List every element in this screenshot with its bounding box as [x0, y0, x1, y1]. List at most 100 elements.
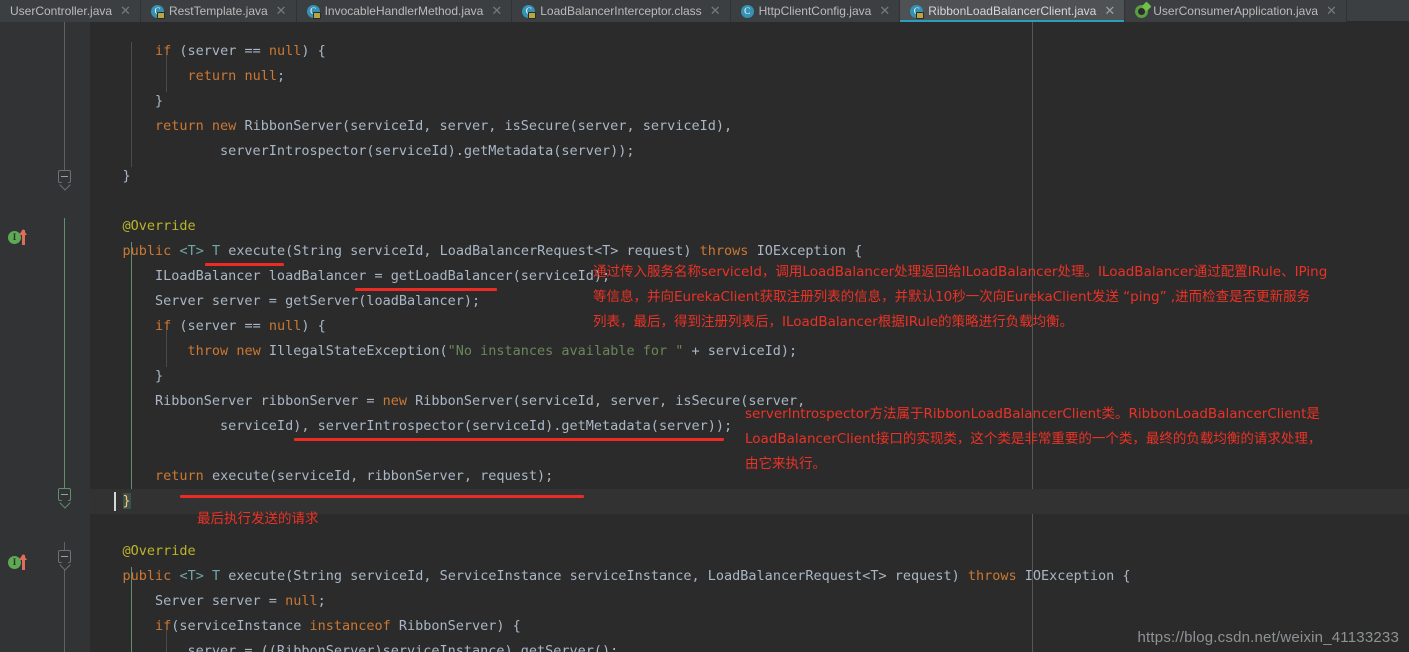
editor-tab-ribbonloadbalancerclient-java[interactable]: C RibbonLoadBalancerClient.java ✕: [900, 0, 1126, 22]
code-token: execute(: [220, 568, 294, 584]
code-line[interactable]: }: [90, 164, 131, 189]
code-token: return: [155, 468, 204, 484]
code-token: execute(: [220, 243, 294, 259]
code-token: }: [122, 493, 131, 509]
navigate-up-arrow-icon: [19, 554, 27, 570]
editor-tab-resttemplate-java[interactable]: C RestTemplate.java ✕: [140, 0, 297, 22]
editor-tab-usercontroller-java[interactable]: UserController.java ✕: [0, 0, 141, 22]
code-token: <T>: [179, 568, 204, 584]
tab-bar-filler: [1346, 0, 1409, 21]
code-token: throws: [699, 243, 749, 259]
code-token: throw new: [187, 343, 261, 359]
code-token: {: [854, 243, 863, 259]
code-token: (server: [171, 43, 245, 59]
code-content[interactable]: if (server == null) { return null; } ret…: [0, 22, 1409, 652]
java-class-locked-icon: C: [910, 4, 925, 19]
code-token: "No instances available for ": [447, 343, 684, 359]
code-token: return new: [155, 118, 237, 134]
code-token: throws: [967, 568, 1017, 584]
code-token: ;: [276, 68, 286, 84]
editor-tab-label: RibbonLoadBalancerClient.java: [928, 4, 1097, 18]
editor-tab-httpclientconfig-java[interactable]: C HttpClientConfig.java ✕: [730, 0, 901, 22]
close-icon[interactable]: ✕: [120, 5, 131, 18]
java-class-locked-icon: C: [522, 4, 537, 19]
code-token: null: [268, 43, 302, 59]
code-line[interactable]: if(serviceInstance instanceof RibbonServ…: [90, 614, 521, 639]
code-line[interactable]: serverIntrospector(serviceId).getMetadat…: [90, 139, 635, 164]
code-token: IOException {: [1016, 568, 1131, 584]
editor-tab-loadbalancerinterceptor-class[interactable]: C LoadBalancerInterceptor.class ✕: [512, 0, 731, 22]
editor-tab-label: UserConsumerApplication.java: [1153, 4, 1319, 18]
code-token: ) {: [301, 43, 326, 59]
code-token: String: [293, 243, 343, 259]
code-line[interactable]: ILoadBalancer loadBalancer = getLoadBala…: [90, 264, 610, 289]
code-line[interactable]: return null;: [90, 64, 286, 89]
code-line[interactable]: Server server = null;: [90, 589, 326, 614]
code-token: String: [293, 568, 343, 584]
code-line[interactable]: throw new IllegalStateException("No inst…: [90, 339, 798, 364]
code-token: public: [122, 243, 172, 259]
editor-tab-label: UserController.java: [10, 4, 113, 18]
code-token: null: [285, 593, 318, 609]
code-line[interactable]: RibbonServer ribbonServer = new RibbonSe…: [90, 389, 805, 414]
java-class-locked-icon: C: [306, 4, 321, 19]
close-icon[interactable]: ✕: [491, 5, 502, 18]
code-token: ) {: [301, 318, 326, 334]
code-token: execute(serviceId, ribbonServer, request…: [203, 468, 554, 484]
spring-boot-icon: [1135, 4, 1149, 18]
editor-tab-bar: UserController.java ✕ C RestTemplate.java ✕ C…: [0, 0, 1409, 22]
close-icon[interactable]: ✕: [879, 5, 890, 18]
code-line[interactable]: @Override: [90, 539, 196, 564]
code-line[interactable]: }: [90, 489, 131, 514]
editor-tab-userconsumerapplication-java[interactable]: UserConsumerApplication.java ✕: [1125, 0, 1347, 22]
code-token: ILoadBalancer loadBalancer = getLoadBala…: [90, 268, 611, 284]
code-token: RibbonServer) {: [390, 618, 521, 634]
code-token: Server server =: [90, 593, 286, 609]
code-token: if: [155, 618, 172, 634]
code-token: IllegalStateException(: [260, 343, 448, 359]
code-token: serviceId, ServiceInstance serviceInstan…: [342, 568, 968, 584]
close-icon[interactable]: ✕: [710, 5, 721, 18]
code-line[interactable]: Server server = getServer(loadBalancer);: [90, 289, 480, 314]
watermark-url: https://blog.csdn.net/weixin_41133233: [1137, 629, 1399, 646]
code-token: serviceId), serverIntrospector(serviceId…: [90, 418, 733, 434]
code-line[interactable]: if (server == null) {: [90, 39, 326, 64]
code-token: null: [268, 318, 302, 334]
editor-tab-invocablehandlermethod-java[interactable]: C InvocableHandlerMethod.java ✕: [296, 0, 513, 22]
annotation-loadbalancer-line: 通过传入服务名称serviceId，调用LoadBalancer处理返回给ILo…: [593, 264, 1328, 280]
code-line[interactable]: if (server == null) {: [90, 314, 326, 339]
implementing-method-marker[interactable]: I: [8, 554, 30, 571]
code-line[interactable]: }: [90, 364, 163, 389]
close-icon[interactable]: ✕: [276, 5, 287, 18]
code-line[interactable]: serviceId), serverIntrospector(serviceId…: [90, 414, 732, 439]
code-token: <T>: [179, 243, 204, 259]
code-editor[interactable]: if (server == null) { return null; } ret…: [0, 22, 1409, 652]
code-line[interactable]: @Override: [90, 214, 196, 239]
code-line[interactable]: return new RibbonServer(serviceId, serve…: [90, 114, 732, 139]
code-line[interactable]: public <T> T execute(String serviceId, S…: [90, 564, 1131, 589]
code-token: }: [90, 93, 164, 109]
code-line[interactable]: }: [90, 89, 163, 114]
annotation-serverintrospector-line: 由它来执行。: [745, 456, 826, 472]
code-token: ;: [317, 593, 326, 609]
code-token: (serviceInstance: [171, 618, 310, 634]
code-token: server = ((RibbonServer)serviceInstance)…: [90, 643, 619, 652]
close-icon[interactable]: ✕: [1326, 5, 1337, 18]
close-icon[interactable]: ✕: [1104, 5, 1115, 18]
implementing-method-marker[interactable]: I: [8, 229, 30, 246]
text-caret: [114, 492, 116, 511]
annotation-serverintrospector-line: serverIntrospector方法属于RibbonLoadBalancer…: [745, 406, 1320, 422]
code-line[interactable]: return execute(serviceId, ribbonServer, …: [90, 464, 553, 489]
underline-return-execute: [180, 495, 584, 498]
code-line[interactable]: server = ((RibbonServer)serviceInstance)…: [90, 639, 619, 652]
